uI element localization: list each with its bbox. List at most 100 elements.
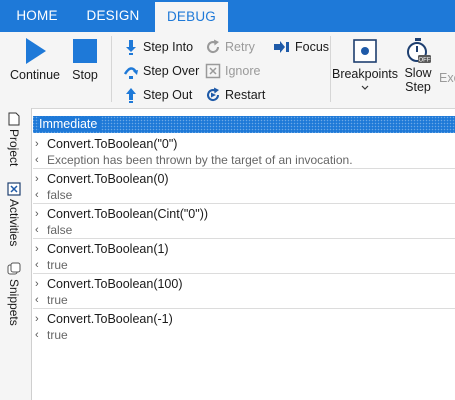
- entry-result-text: Exception has been thrown by the target …: [47, 153, 353, 167]
- step-out-icon: [126, 88, 136, 103]
- step-out-label: Step Out: [143, 88, 193, 102]
- entry-command: › Convert.ToBoolean(Cint("0")): [35, 207, 208, 221]
- ignore-icon: [205, 63, 221, 79]
- chevron-right-icon: ›: [35, 243, 39, 255]
- ribbon-tab-bar: HOME DESIGN DEBUG: [0, 0, 455, 32]
- tab-design[interactable]: DESIGN: [78, 0, 148, 32]
- entry-result: ‹ true: [35, 328, 68, 342]
- breakpoints-label: Breakpoints: [331, 67, 398, 81]
- chevron-left-icon: ‹: [35, 224, 39, 236]
- step-into-icon: [126, 40, 136, 55]
- chevron-left-icon: ‹: [35, 329, 39, 341]
- sidebar-tab-activities[interactable]: Activities: [7, 182, 21, 246]
- stop-button[interactable]: Stop: [68, 36, 102, 82]
- step-out-button[interactable]: Step Out: [123, 85, 192, 105]
- slow-step-label-line2: Step: [405, 80, 431, 94]
- retry-label: Retry: [225, 40, 255, 54]
- entry-result: ‹ Exception has been thrown by the target…: [35, 153, 353, 167]
- chevron-right-icon: ›: [35, 208, 39, 220]
- tab-home[interactable]: HOME: [8, 0, 66, 32]
- breakpoints-button[interactable]: Breakpoints: [331, 38, 399, 92]
- restart-icon: [207, 87, 220, 102]
- immediate-panel-title: Immediate: [39, 117, 102, 131]
- sidebar-tab-snippets-label: Snippets: [7, 279, 21, 326]
- chevron-right-icon: ›: [35, 138, 39, 150]
- chevron-right-icon: ›: [35, 278, 39, 290]
- list-item[interactable]: › Convert.ToBoolean(-1) ‹ true: [33, 310, 455, 344]
- entry-command-text: Convert.ToBoolean(-1): [47, 312, 173, 326]
- immediate-panel-header: Immediate: [33, 116, 455, 133]
- chevron-right-icon: ›: [35, 173, 39, 185]
- entry-result-text: true: [47, 258, 68, 272]
- stop-label: Stop: [72, 68, 98, 82]
- retry-icon: [207, 39, 220, 54]
- slow-step-badge: OFF: [419, 58, 431, 64]
- entry-result-text: false: [47, 188, 73, 202]
- slow-step-label-line1: Slow: [404, 66, 432, 80]
- chevron-right-icon: ›: [35, 313, 39, 325]
- sidebar-tab-activities-label: Activities: [7, 199, 21, 247]
- execute-label: Exe: [439, 71, 455, 85]
- list-item[interactable]: › Convert.ToBoolean(1) ‹ true: [33, 240, 455, 274]
- entry-result-text: true: [47, 328, 68, 342]
- entry-command-text: Convert.ToBoolean(0): [47, 172, 169, 186]
- step-into-button[interactable]: Step Into: [123, 37, 193, 57]
- sidebar-tab-snippets[interactable]: Snippets: [7, 262, 21, 326]
- list-item[interactable]: › Convert.ToBoolean(0) ‹ false: [33, 170, 455, 204]
- step-into-label: Step Into: [143, 40, 194, 54]
- step-over-label: Step Over: [143, 64, 200, 78]
- entry-command: › Convert.ToBoolean(-1): [35, 312, 173, 326]
- entry-command: › Convert.ToBoolean(100): [35, 277, 183, 291]
- execute-button[interactable]: Exe: [439, 71, 455, 85]
- entry-command: › Convert.ToBoolean("0"): [35, 137, 177, 151]
- entry-command: › Convert.ToBoolean(1): [35, 242, 169, 256]
- chevron-left-icon: ‹: [35, 154, 39, 166]
- entry-command-text: Convert.ToBoolean(1): [47, 242, 169, 256]
- list-item[interactable]: › Convert.ToBoolean(Cint("0")) ‹ false: [33, 205, 455, 239]
- entry-command: › Convert.ToBoolean(0): [35, 172, 169, 186]
- entry-result: ‹ false: [35, 223, 72, 237]
- focus-label: Focus: [295, 40, 330, 54]
- chevron-left-icon: ‹: [35, 189, 39, 201]
- ignore-button[interactable]: Ignore: [205, 61, 260, 81]
- stopwatch-icon: OFF: [407, 38, 431, 64]
- entry-command-text: Convert.ToBoolean("0"): [47, 137, 178, 151]
- sidebar-tab-project[interactable]: Project: [7, 112, 21, 166]
- ribbon-separator: [111, 36, 112, 102]
- step-over-button[interactable]: Step Over: [123, 61, 199, 81]
- entry-result-text: false: [47, 223, 73, 237]
- focus-icon: [274, 41, 289, 53]
- continue-label: Continue: [9, 68, 61, 82]
- step-over-icon: [123, 67, 138, 79]
- chevron-left-icon: ‹: [35, 294, 39, 306]
- continue-button[interactable]: Continue: [6, 36, 64, 82]
- sidebar-tab-project-label: Project: [7, 129, 21, 167]
- list-item[interactable]: › Convert.ToBoolean(100) ‹ true: [33, 275, 455, 309]
- chevron-down-icon: [361, 85, 369, 90]
- entry-command-text: Convert.ToBoolean(100): [47, 277, 183, 291]
- debug-ribbon: Continue Stop Step Into Step Over Step O…: [0, 32, 455, 109]
- restart-label: Restart: [225, 88, 266, 102]
- document-icon: [8, 112, 20, 126]
- stop-icon: [73, 39, 97, 63]
- entry-command-text: Convert.ToBoolean(Cint("0")): [47, 207, 209, 221]
- tab-debug[interactable]: DEBUG: [155, 2, 228, 32]
- list-item[interactable]: › Convert.ToBoolean("0") ‹ Exception has b…: [33, 135, 455, 169]
- entry-result: ‹ true: [35, 293, 68, 307]
- ignore-label: Ignore: [225, 64, 261, 78]
- activities-icon: [7, 182, 21, 196]
- slow-step-button[interactable]: OFF Slow Step: [400, 37, 436, 94]
- immediate-panel: Immediate › Convert.ToBoolean("0") ‹ Excep…: [33, 116, 455, 400]
- left-sidebar: Project Activities Snippets: [0, 108, 32, 400]
- breakpoint-icon: [353, 39, 377, 63]
- restart-button[interactable]: Restart: [205, 85, 265, 105]
- entry-result-text: true: [47, 293, 68, 307]
- immediate-entries: › Convert.ToBoolean("0") ‹ Exception has b…: [33, 135, 455, 345]
- retry-button[interactable]: Retry: [205, 37, 255, 57]
- entry-result: ‹ true: [35, 258, 68, 272]
- focus-button[interactable]: Focus: [273, 37, 329, 57]
- snippets-icon: [7, 262, 21, 275]
- entry-result: ‹ false: [35, 188, 72, 202]
- chevron-left-icon: ‹: [35, 259, 39, 271]
- play-icon: [26, 38, 46, 64]
